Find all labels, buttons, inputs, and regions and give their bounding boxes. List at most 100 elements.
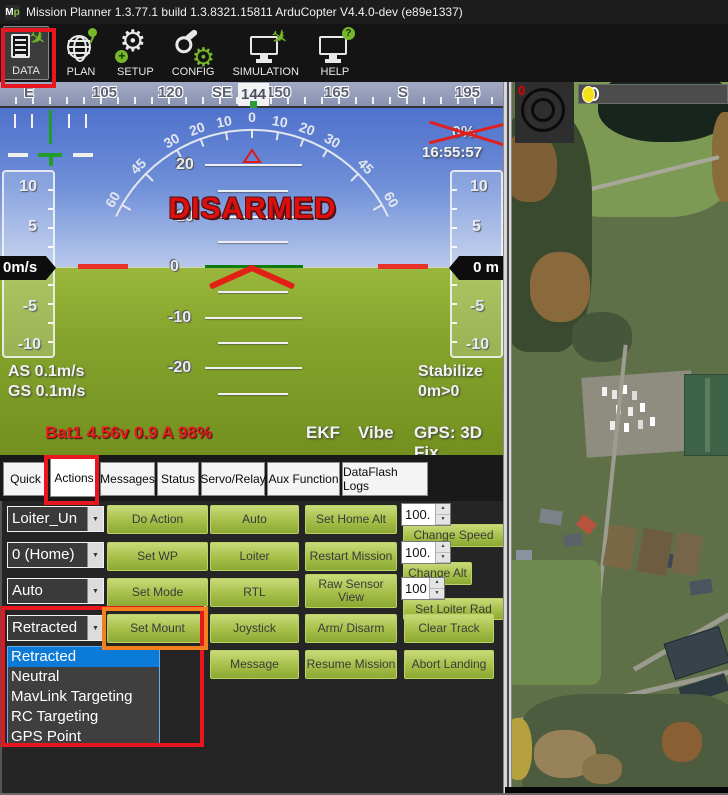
- svg-text:20: 20: [297, 119, 317, 139]
- spinner-up-icon[interactable]: ▲: [430, 578, 444, 589]
- flight-plan-globe-icon: [63, 31, 99, 65]
- spinner-down-icon[interactable]: ▼: [430, 589, 444, 600]
- spinner-up-icon[interactable]: ▲: [436, 504, 450, 515]
- config-wrench-icon: ⚙: [175, 31, 211, 65]
- map-zoom-slider[interactable]: [578, 84, 728, 104]
- rtl-button[interactable]: RTL: [210, 578, 299, 607]
- altitude-flag: 0 m: [449, 256, 505, 280]
- slider-knob[interactable]: [582, 86, 595, 103]
- toolbar-plan-button[interactable]: PLAN: [59, 26, 103, 80]
- joystick-button[interactable]: Joystick: [210, 614, 299, 643]
- svg-text:10: 10: [215, 112, 233, 130]
- left-wing-bar: [78, 264, 128, 269]
- title-bar: Mp Mission Planner 1.3.77.1 build 1.3.83…: [0, 0, 728, 24]
- action-select[interactable]: Loiter_Un▼: [7, 506, 104, 532]
- tab-dataflash-logs[interactable]: DataFlash Logs: [342, 462, 428, 496]
- mode-select[interactable]: Auto▼: [7, 578, 104, 604]
- mount-option-gps-point[interactable]: GPS Point: [8, 727, 159, 747]
- flight-mode-value: Stabilize: [418, 363, 483, 381]
- arm-status-text: DISARMED: [0, 192, 505, 226]
- chevron-down-icon: ▼: [87, 543, 103, 567]
- toolbar-help-button[interactable]: ? HELP: [313, 26, 357, 80]
- chevron-down-icon: ▼: [87, 616, 103, 640]
- wp-distance-value: 0m>0: [418, 383, 459, 401]
- clear-track-button[interactable]: Clear Track: [404, 614, 494, 643]
- speed-flag: 0m/s: [0, 256, 56, 280]
- compass-ribbon: E 105 120 SE 150 165 S 195 144: [0, 82, 505, 108]
- heading-tick-icon: [250, 101, 257, 108]
- spinner-down-icon[interactable]: ▼: [436, 515, 450, 526]
- compass-label: 165: [324, 84, 349, 101]
- mount-option-retracted[interactable]: Retracted: [8, 647, 159, 667]
- spinner-up-icon[interactable]: ▲: [436, 542, 450, 553]
- mount-dropdown-list: Retracted Neutral MavLink Targeting RC T…: [7, 646, 160, 747]
- speed-spinner[interactable]: 100. ▲▼: [401, 503, 451, 526]
- mount-option-mavlink-targeting[interactable]: MavLink Targeting: [8, 687, 159, 707]
- set-wp-button[interactable]: Set WP: [107, 542, 208, 571]
- compass-label: E: [24, 84, 34, 101]
- raw-sensor-view-button[interactable]: Raw Sensor View: [305, 574, 397, 608]
- mission-planner-window: Mp Mission Planner 1.3.77.1 build 1.3.83…: [0, 0, 728, 795]
- tab-actions[interactable]: Actions: [50, 458, 98, 497]
- pitch-label: 20: [176, 156, 194, 174]
- map-bottom-bar: [505, 787, 728, 795]
- alt-spinner[interactable]: 100. ▲▼: [401, 541, 451, 564]
- toolbar-simulation-button[interactable]: ✈ SIMULATION: [228, 26, 302, 80]
- set-mode-button[interactable]: Set Mode: [107, 578, 208, 607]
- svg-text:20: 20: [187, 118, 207, 138]
- chevron-down-icon: ▼: [87, 579, 103, 603]
- bottom-tab-bar: Quick Actions Messages Status Servo/Rela…: [0, 455, 505, 501]
- ekf-indicator[interactable]: EKF: [306, 423, 340, 443]
- satellite-map[interactable]: 0: [512, 82, 728, 787]
- tab-quick[interactable]: Quick: [3, 462, 48, 496]
- svg-text:0: 0: [248, 109, 256, 125]
- loiter-rad-spinner[interactable]: 100 ▲▼: [401, 577, 445, 600]
- loiter-button[interactable]: Loiter: [210, 542, 299, 571]
- hud-display: 60 45 30 20 10 0 10 20 30 45 60: [0, 82, 505, 455]
- set-home-alt-button[interactable]: Set Home Alt: [305, 505, 397, 534]
- main-toolbar: ✈ DATA PLAN ⚙+ SETUP ⚙ CONFIG ✈ SIMULATI…: [0, 24, 728, 82]
- roll-pointer-icon: [244, 150, 260, 162]
- vibe-indicator[interactable]: Vibe: [358, 423, 394, 443]
- tab-aux-function[interactable]: Aux Function: [267, 462, 340, 496]
- panel-splitter[interactable]: [503, 82, 512, 795]
- hud-clock: 16:55:57: [422, 144, 482, 161]
- actions-panel: Loiter_Un▼ 0 (Home)▼ Auto▼ Retracted▼ Do…: [0, 501, 505, 795]
- toolbar-setup-button[interactable]: ⚙+ SETUP: [113, 26, 158, 80]
- abort-landing-button[interactable]: Abort Landing: [404, 650, 494, 679]
- window-title: Mission Planner 1.3.77.1 build 1.3.8321.…: [26, 5, 463, 19]
- compass-label: 195: [455, 84, 480, 101]
- battery-status: Bat1 4.56v 0.9 A 98%: [45, 423, 212, 443]
- compass-label: 150: [266, 84, 291, 101]
- right-wing-bar: [378, 264, 428, 269]
- chevron-down-icon: ▼: [87, 507, 103, 531]
- toolbar-config-button[interactable]: ⚙ CONFIG: [168, 26, 219, 80]
- pitch-label: -10: [168, 309, 191, 327]
- message-button[interactable]: Message: [210, 650, 299, 679]
- pitch-label: -20: [168, 359, 191, 377]
- restart-mission-button[interactable]: Restart Mission: [305, 542, 397, 571]
- airspeed-value: AS 0.1m/s: [8, 363, 84, 381]
- do-action-button[interactable]: Do Action: [107, 505, 208, 534]
- arm-disarm-button[interactable]: Arm/ Disarm: [305, 614, 397, 643]
- tab-messages[interactable]: Messages: [100, 462, 155, 496]
- compass-label: SE: [212, 84, 232, 101]
- mount-option-rc-targeting[interactable]: RC Targeting: [8, 707, 159, 727]
- set-mount-button[interactable]: Set Mount: [107, 614, 208, 643]
- compass-label: 105: [92, 84, 117, 101]
- gauge-value: 0: [518, 83, 525, 98]
- gimbal-gauge: 0: [515, 82, 574, 143]
- tab-servo-relay[interactable]: Servo/Relay: [201, 462, 265, 496]
- waypoint-select[interactable]: 0 (Home)▼: [7, 542, 104, 568]
- auto-button[interactable]: Auto: [210, 505, 299, 534]
- setup-gear-icon: ⚙+: [117, 31, 153, 65]
- tab-status[interactable]: Status: [157, 462, 199, 496]
- spinner-down-icon[interactable]: ▼: [436, 553, 450, 564]
- gps-status: GPS: 3D Fix: [414, 423, 505, 455]
- mount-select[interactable]: Retracted▼: [7, 615, 104, 641]
- resume-mission-button[interactable]: Resume Mission: [305, 650, 397, 679]
- groundspeed-value: GS 0.1m/s: [8, 383, 85, 401]
- mount-option-neutral[interactable]: Neutral: [8, 667, 159, 687]
- simulation-monitor-icon: ✈: [248, 31, 284, 65]
- toolbar-data-button[interactable]: ✈ DATA: [3, 26, 49, 80]
